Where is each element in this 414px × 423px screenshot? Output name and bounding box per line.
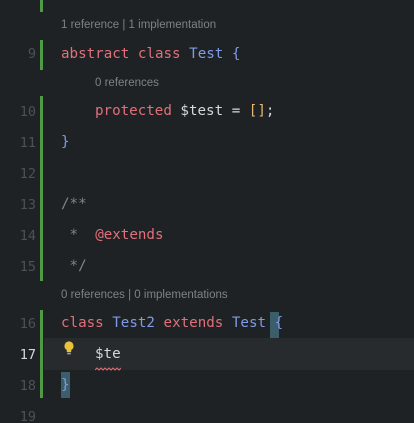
code-line-9[interactable]: abstract class Test { (61, 44, 240, 64)
code-line-13[interactable]: /** (61, 194, 87, 214)
doc-comment-close: */ (69, 258, 87, 274)
code-editor[interactable]: 9 10 11 12 13 14 15 16 17 18 19 1 refere… (0, 0, 414, 423)
change-marker (40, 96, 43, 281)
open-brace: { (274, 315, 284, 331)
property-variable[interactable]: $test (180, 103, 223, 119)
code-line-11[interactable]: } (61, 132, 70, 152)
line-number: 10 (19, 104, 36, 120)
open-brace: { (231, 46, 241, 62)
close-brace: } (61, 377, 70, 393)
line-number: 9 (27, 46, 36, 62)
keyword-protected: protected (95, 103, 172, 119)
assign-operator: = (231, 103, 241, 119)
code-line-14[interactable]: * @extends (61, 225, 164, 245)
array-literal: [] (248, 103, 266, 119)
doc-comment-star: * (69, 227, 79, 243)
doc-tag: @extends (95, 227, 164, 243)
semicolon: ; (265, 103, 275, 119)
keyword-extends: extends (163, 315, 224, 331)
line-number: 18 (19, 378, 36, 394)
typed-text[interactable]: $te (95, 346, 121, 362)
line-number: 13 (19, 197, 36, 213)
line-number: 16 (19, 316, 36, 332)
usages-hint[interactable]: 0 references | 0 implementations (61, 288, 228, 302)
code-line-15[interactable]: */ (61, 256, 87, 276)
line-number: 15 (19, 259, 36, 275)
class-name[interactable]: Test2 (112, 315, 155, 331)
code-line-18[interactable]: } (61, 375, 70, 395)
change-marker (40, 40, 43, 70)
class-name[interactable]: Test (189, 46, 223, 62)
code-line-10[interactable]: protected $test = []; (95, 101, 274, 121)
line-number: 12 (19, 166, 36, 182)
keyword-abstract: abstract (61, 46, 130, 62)
code-line-16[interactable]: class Test2 extends Test { (61, 313, 283, 333)
parent-class-name[interactable]: Test (232, 315, 266, 331)
line-number: 14 (19, 228, 36, 244)
doc-comment-open: /** (61, 196, 87, 212)
line-number: 11 (19, 135, 36, 151)
line-number-current: 17 (19, 347, 36, 363)
lightbulb-icon[interactable] (63, 340, 75, 356)
code-line-17[interactable]: $te (95, 344, 121, 364)
line-number: 19 (19, 409, 36, 423)
change-marker (40, 310, 43, 398)
keyword-class: class (61, 315, 104, 331)
error-squiggle (95, 367, 121, 371)
change-marker (40, 0, 43, 12)
usages-hint[interactable]: 1 reference | 1 implementation (61, 18, 216, 32)
usages-hint[interactable]: 0 references (95, 76, 159, 90)
keyword-class: class (137, 46, 181, 62)
close-brace: } (61, 134, 70, 150)
